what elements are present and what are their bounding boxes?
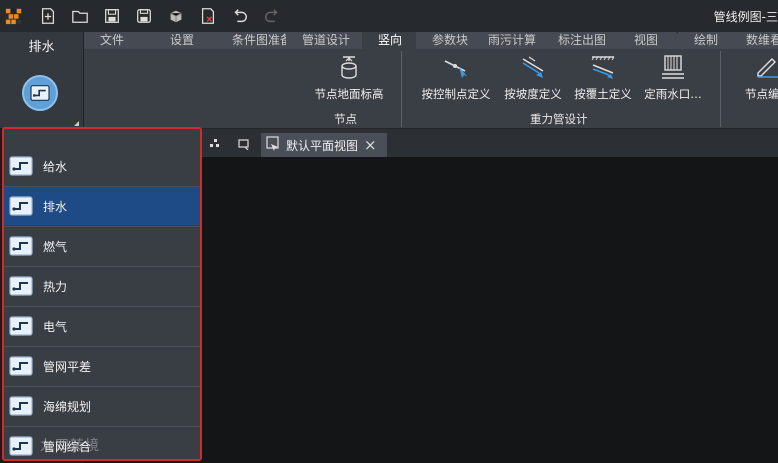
window-title: 管线例图-三 bbox=[713, 10, 778, 24]
node-edit-label: 节点编辑 bbox=[745, 87, 778, 101]
group-label-gravity-pipe: 重力管设计 bbox=[530, 112, 588, 126]
new-file-icon[interactable] bbox=[38, 6, 58, 26]
module-label: 排水 bbox=[28, 40, 55, 55]
node-ground-elevation-label: 节点地面标高 bbox=[314, 87, 384, 101]
doc-tab-label: 默认平面视图 bbox=[286, 138, 359, 153]
expand-arrow-icon[interactable] bbox=[74, 121, 79, 126]
node-edit-button[interactable]: 节点编辑 bbox=[738, 53, 778, 101]
dropdown-item-gas[interactable]: 燃气 bbox=[4, 227, 200, 265]
dropdown-item-heating[interactable]: 热力 bbox=[4, 267, 200, 305]
dropdown-item-label: 给水 bbox=[43, 159, 68, 174]
pipe-module-icon[interactable] bbox=[22, 75, 58, 111]
drainage-module-icon bbox=[9, 195, 33, 217]
define-by-control-point-label: 按控制点定义 bbox=[421, 87, 491, 101]
define-rain-inlet-label: 定雨水口… bbox=[644, 87, 702, 101]
node-edit-icon bbox=[754, 53, 778, 81]
define-by-slope-label: 按坡度定义 bbox=[504, 87, 562, 101]
tab-more[interactable]: 数维看三 bbox=[730, 32, 778, 49]
dropdown-item-network-balance[interactable]: 管网平差 bbox=[4, 347, 200, 385]
dropdown-item-water-supply[interactable]: 给水 bbox=[4, 147, 200, 185]
3d-view-icon[interactable] bbox=[166, 6, 186, 26]
title-bar: 管线例图-三 bbox=[0, 0, 778, 32]
node-ground-elevation-button[interactable]: 节点地面标高 bbox=[310, 53, 388, 101]
save-icon[interactable] bbox=[102, 6, 122, 26]
control-point-icon bbox=[442, 53, 470, 81]
dropdown-item-label: 管网平差 bbox=[43, 359, 92, 374]
dropdown-item-label: 排水 bbox=[43, 199, 68, 214]
dropdown-item-label: 电气 bbox=[43, 319, 68, 334]
close-file-icon[interactable] bbox=[198, 6, 218, 26]
node-elevation-icon bbox=[335, 53, 363, 81]
dropdown-item-network-integration[interactable]: 管网综合 bbox=[4, 427, 200, 459]
gas-module-icon bbox=[9, 235, 33, 257]
module-dropdown: 给水 排水 燃气 热力 电气 管网平差 海绵规划 管网综合 九四转境 bbox=[2, 127, 202, 461]
rain-inlet-icon bbox=[659, 53, 687, 81]
tile-windows-icon[interactable] bbox=[209, 138, 221, 150]
app-logo-icon[interactable] bbox=[4, 6, 24, 26]
ribbon-separator bbox=[720, 51, 721, 127]
define-rain-inlet-button[interactable]: 定雨水口… bbox=[642, 53, 704, 101]
network-integration-module-icon bbox=[9, 435, 33, 457]
dropdown-item-drainage[interactable]: 排水 bbox=[4, 187, 200, 225]
undo-icon[interactable] bbox=[230, 6, 250, 26]
module-selector[interactable]: 排水 bbox=[0, 32, 84, 128]
close-tab-icon[interactable]: × bbox=[364, 136, 377, 154]
doc-tab-default-plan-view[interactable]: 默认平面视图 × bbox=[261, 133, 387, 157]
cover-soil-icon bbox=[589, 53, 617, 81]
plan-view-icon bbox=[266, 135, 282, 155]
save-as-icon[interactable] bbox=[134, 6, 154, 26]
redo-icon[interactable] bbox=[262, 6, 282, 26]
group-label-node: 节点 bbox=[334, 112, 357, 126]
ribbon-tabs: 文件 设置 条件图准备 管道设计 竖向 参数块 雨污计算 标注出图 视图 绘制 … bbox=[84, 32, 778, 49]
ribbon-panel: 节点地面标高 节点 按控制点定义 按坡度定义 按覆土定义 定雨水口… 重力管设计… bbox=[84, 49, 778, 129]
sponge-planning-module-icon bbox=[9, 395, 33, 417]
slope-icon bbox=[519, 53, 547, 81]
dropdown-item-label: 燃气 bbox=[43, 239, 68, 254]
define-by-cover-soil-button[interactable]: 按覆土定义 bbox=[571, 53, 635, 101]
define-by-slope-button[interactable]: 按坡度定义 bbox=[502, 53, 564, 101]
open-folder-icon[interactable] bbox=[70, 6, 90, 26]
define-by-control-point-button[interactable]: 按控制点定义 bbox=[418, 53, 494, 101]
ribbon-separator bbox=[401, 51, 402, 127]
electric-module-icon bbox=[9, 315, 33, 337]
network-balance-module-icon bbox=[9, 355, 33, 377]
dropdown-item-electric[interactable]: 电气 bbox=[4, 307, 200, 345]
dropdown-item-sponge-planning[interactable]: 海绵规划 bbox=[4, 387, 200, 425]
dropdown-item-label: 热力 bbox=[43, 279, 68, 294]
define-by-cover-soil-label: 按覆土定义 bbox=[574, 87, 632, 101]
heating-module-icon bbox=[9, 275, 33, 297]
restore-window-icon[interactable] bbox=[238, 138, 250, 151]
water-supply-module-icon bbox=[9, 155, 33, 177]
watermark: 九四转境 bbox=[40, 438, 100, 454]
dropdown-item-label: 海绵规划 bbox=[43, 399, 92, 414]
